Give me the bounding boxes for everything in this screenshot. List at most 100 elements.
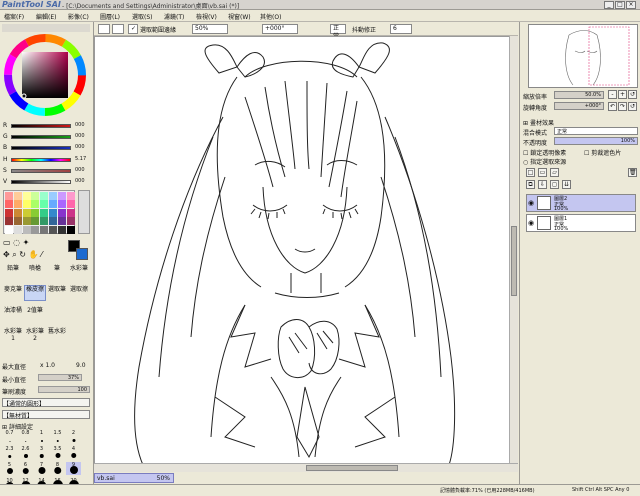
color-swatch[interactable] [5,217,13,226]
canvas-horizontal-scrollbar[interactable] [94,463,518,472]
menu-edit[interactable]: 編輯(E) [36,12,56,21]
rect-select-icon[interactable]: ▭ [3,238,11,247]
color-swatch[interactable] [31,208,40,217]
merge-down-icon[interactable]: ⇩ [538,180,547,189]
move-icon[interactable]: ✥ [3,250,10,259]
tool-button[interactable] [46,306,68,322]
brush-size-option[interactable]: 1 [34,430,49,443]
color-swatch[interactable] [66,200,75,209]
menu-window[interactable]: 視窗(W) [228,12,251,21]
nav-zoom-slider[interactable]: 50.0% [554,91,604,99]
brush-size-option[interactable]: 0.7 [2,430,17,443]
brush-size-option[interactable]: 2.6 [18,446,33,459]
brush-size-option[interactable]: 9 [66,462,81,475]
color-swatch[interactable] [5,192,13,200]
tool-button[interactable]: 鉛筆 [2,264,24,280]
slider-s[interactable]: S 000 [3,167,91,174]
folder-icon[interactable]: ▱ [550,168,559,177]
menu-layer[interactable]: 圖層(L) [100,12,120,21]
brush-size-option[interactable]: 2.3 [2,446,17,459]
color-swatch[interactable] [66,192,75,200]
magic-wand-icon[interactable]: ✦ [23,238,30,247]
tool-button[interactable]: 水彩筆 [68,264,90,280]
tool-button[interactable]: 水彩筆2 [24,327,46,343]
copy-layer-icon[interactable]: ⧉ [526,180,535,189]
close-button[interactable]: × [626,1,636,9]
toolbar-icon-1[interactable] [98,24,110,34]
zoom-icon[interactable]: ⌕ [12,250,16,259]
eyedropper-icon[interactable]: ⁄ [41,250,42,259]
slider-track[interactable] [11,135,71,139]
color-swatch[interactable] [66,225,75,234]
menu-canvas[interactable]: 影像(C) [68,12,89,21]
clear-layer-icon[interactable]: ◻ [550,180,559,189]
blend-mode-select[interactable]: 正常 [554,127,638,135]
color-swatch[interactable] [31,192,40,200]
secondary-color[interactable] [76,248,88,260]
color-swatch[interactable] [22,192,31,200]
document-tab[interactable]: vb.sai 50% [94,473,174,483]
rotate-reset-icon[interactable]: ↺ [628,102,637,111]
brush-size-option[interactable]: 7 [34,462,49,475]
menu-other[interactable]: 其他(O) [260,12,281,21]
color-swatch[interactable] [13,200,22,209]
minimize-button[interactable]: _ [604,1,614,9]
color-swatch[interactable] [13,208,22,217]
hand-icon[interactable]: ✋ [29,250,39,259]
zoom-select[interactable]: 50% [192,24,228,34]
mode-select[interactable]: 正常 [330,24,346,40]
slider-v[interactable]: V 000 [3,178,91,185]
tool-button[interactable]: 噴槍 [24,264,46,280]
effect-section-toggle[interactable]: ⊞ 畫材效果 [523,118,554,127]
color-swatch[interactable] [31,217,40,226]
layer-item[interactable]: ◉ 圖層1 正常 100% [526,214,636,232]
color-swatch[interactable] [5,225,13,234]
canvas[interactable] [94,36,518,472]
brush-size-option[interactable]: 8 [50,462,65,475]
color-swatch[interactable] [57,217,66,226]
clip-checkbox[interactable]: ☐ 剪裁遮色片 [584,148,621,157]
rotate-left-icon[interactable]: ↶ [608,102,617,111]
color-swatch[interactable] [22,217,31,226]
brush-size-option[interactable]: 0.8 [18,430,33,443]
tool-button[interactable]: 2值筆 [24,306,46,322]
slider-track[interactable] [11,180,71,184]
brush-size-option[interactable]: 3 [34,446,49,459]
color-swatch[interactable] [13,217,22,226]
tool-button[interactable]: 舊水彩 [46,327,68,343]
brush-shape-select[interactable]: 【通常的圓形】 [2,398,90,408]
color-swatch[interactable] [40,208,49,217]
zoom-out-icon[interactable]: - [608,90,617,99]
color-swatch[interactable] [49,192,57,200]
slider-track[interactable] [11,158,71,162]
visibility-eye-icon[interactable]: ◉ [528,199,534,207]
angle-select[interactable]: +000° [262,24,298,34]
navigator-preview[interactable] [528,24,638,88]
vertical-scroll-thumb[interactable] [511,226,517,296]
brush-size-option[interactable]: 4 [66,446,81,459]
new-layer-icon[interactable]: □ [526,168,535,177]
color-mode-tabs[interactable] [2,24,90,32]
color-swatch[interactable] [13,192,22,200]
color-swatch[interactable] [49,200,57,209]
tool-button[interactable]: 選取擦 [68,285,90,301]
brush-size-option[interactable]: 1.5 [50,430,65,443]
menu-file[interactable]: 檔案(F) [4,12,24,21]
color-swatch[interactable] [57,200,66,209]
brush-size-option[interactable]: 5 [2,462,17,475]
color-swatch[interactable] [66,217,75,226]
color-swatch[interactable] [40,200,49,209]
brush-size-option[interactable]: 6 [18,462,33,475]
tool-button[interactable]: 水彩筆1 [2,327,24,343]
color-swatch[interactable] [40,217,49,226]
stabilizer-select[interactable]: 6 [390,24,412,34]
color-swatch[interactable] [49,208,57,217]
slider-r[interactable]: R 000 [3,122,91,129]
color-swatch[interactable] [13,225,22,234]
rotate-right-icon[interactable]: ↷ [618,102,627,111]
lasso-icon[interactable]: ◌ [13,238,20,247]
tool-button[interactable] [68,327,90,343]
tool-button[interactable]: 筆 [46,264,68,280]
zoom-in-icon[interactable]: + [618,90,627,99]
color-swatch[interactable] [49,217,57,226]
